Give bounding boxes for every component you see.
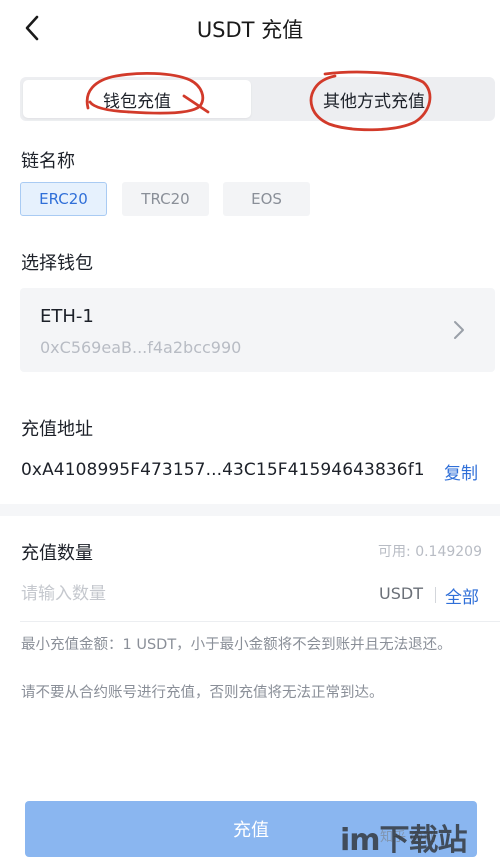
wallet-label: 选择钱包 <box>21 253 93 274</box>
amount-unit: USDT <box>379 584 423 603</box>
chain-option-eos[interactable]: EOS <box>223 182 310 216</box>
spacer <box>0 622 500 630</box>
deposit-address-value: 0xA4108995F473157...43C15F41594643836f1 <box>21 460 425 480</box>
wallet-name: ETH-1 <box>40 306 94 327</box>
chain-label: 链名称 <box>21 151 75 172</box>
tab-other-deposit[interactable]: 其他方式充值 <box>260 80 488 118</box>
copy-button[interactable]: 复制 <box>444 459 478 484</box>
chain-option-erc20[interactable]: ERC20 <box>20 182 107 216</box>
page-title: USDT 充值 <box>196 18 304 42</box>
deposit-method-tabs: 钱包充值 其他方式充值 <box>20 77 495 121</box>
amount-label: 充值数量 <box>21 543 93 564</box>
amount-input[interactable] <box>21 578 361 610</box>
watermark-large: im下载站 <box>340 823 468 858</box>
section-divider <box>0 504 500 516</box>
available-balance: 可用: 0.149209 <box>378 544 482 560</box>
chevron-right-icon <box>454 321 464 339</box>
wallet-address: 0xC569eaB...f4a2bcc990 <box>40 338 242 357</box>
nav-bar: USDT 充值 <box>0 0 500 56</box>
chain-option-trc20[interactable]: TRC20 <box>122 182 209 216</box>
tab-wallet-deposit[interactable]: 钱包充值 <box>23 80 251 118</box>
unit-separator <box>435 587 436 603</box>
contract-warning-note: 请不要从合约账号进行充值，否则充值将无法正常到达。 <box>21 685 384 701</box>
wallet-selector[interactable]: ETH-1 0xC569eaB...f4a2bcc990 <box>20 288 495 372</box>
all-amount-button[interactable]: 全部 <box>445 583 479 608</box>
deposit-address-label: 充值地址 <box>21 419 93 440</box>
min-deposit-note: 最小充值金额：1 USDT，小于最小金额将不会到账并且无法退还。 <box>21 637 452 653</box>
